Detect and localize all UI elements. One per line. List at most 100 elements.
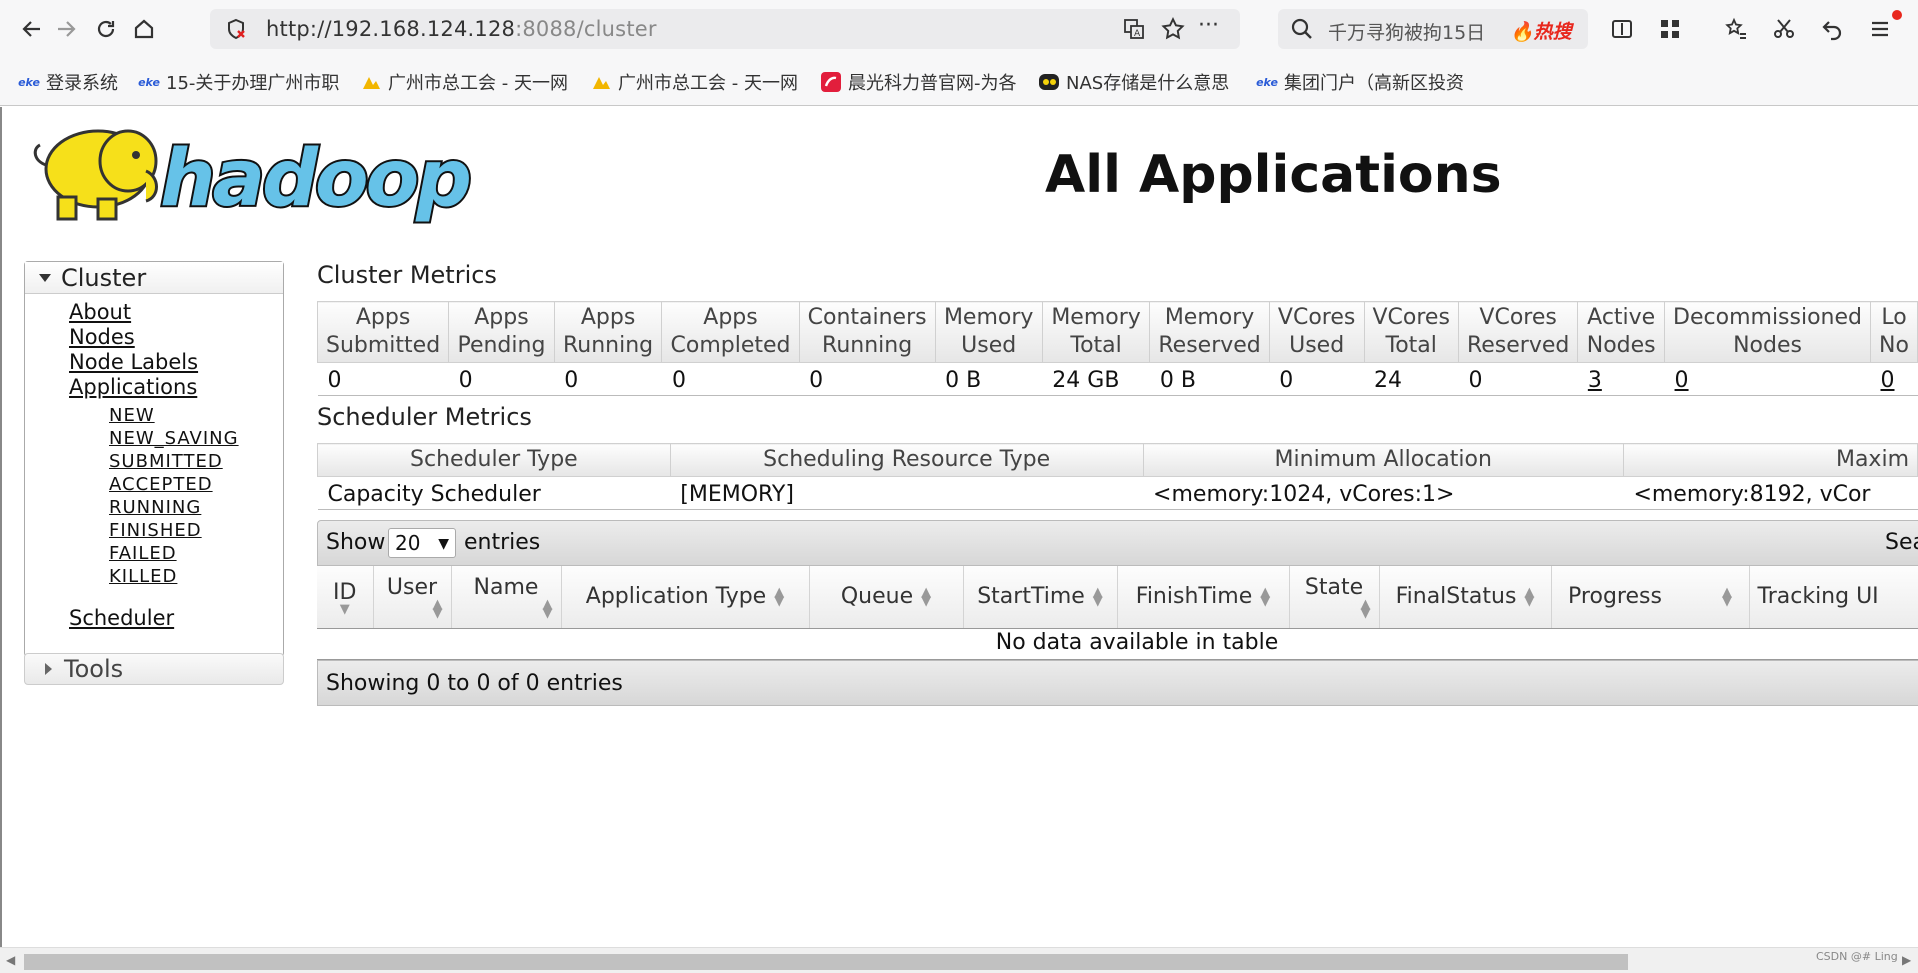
entries-per-page-select[interactable]: 20 ▼: [388, 528, 456, 558]
cluster-metric-link[interactable]: 0: [1675, 368, 1689, 393]
svg-text:A: A: [1134, 29, 1141, 39]
col-header-application-type[interactable]: Application Type ▲ ▼: [561, 566, 810, 629]
bookmark-label: NAS存储是什么意思: [1066, 73, 1230, 94]
col-header-finalstatus[interactable]: FinalStatus ▲ ▼: [1379, 566, 1552, 629]
col-label: Application Type: [585, 584, 767, 610]
header-line: Reserved: [1158, 333, 1261, 358]
header-line: Completed: [670, 333, 791, 358]
scroll-right-icon[interactable]: ▶: [1902, 953, 1911, 967]
url-text[interactable]: http://192.168.124.128:8088/cluster: [266, 17, 657, 41]
sort-both-icon: ▲ ▼: [1260, 585, 1271, 610]
sidebar-state-submitted[interactable]: SUBMITTED: [109, 451, 223, 472]
sidebar-state-new-saving[interactable]: NEW_SAVING: [109, 428, 239, 449]
nas-icon: [1038, 73, 1060, 91]
logo-wordmark: hadoop: [160, 134, 469, 224]
cluster-metric-header: Memory Used: [934, 301, 1043, 363]
sidebar-cluster-panel: Cluster About Nodes Node Labels Applicat…: [24, 261, 284, 657]
sidebar-state-failed[interactable]: FAILED: [109, 543, 177, 564]
entries-select-value: 20: [395, 531, 421, 555]
col-header-starttime[interactable]: StartTime ▲ ▼: [963, 566, 1118, 629]
cluster-metric-header: Active Nodes: [1577, 301, 1666, 363]
search-text[interactable]: 千万寻狗被拘15日: [1328, 18, 1485, 45]
bookmark-item[interactable]: eke 登录系统: [18, 69, 118, 95]
sched-value-resource-type: [MEMORY]: [670, 476, 1144, 510]
sched-col-min-allocation: Minimum Allocation: [1142, 443, 1624, 477]
col-header-tracking-ui[interactable]: Tracking UI: [1749, 566, 1918, 629]
scroll-left-icon[interactable]: ◀: [6, 953, 15, 967]
sidebar-link-applications[interactable]: Applications: [69, 375, 197, 399]
cluster-metric-link[interactable]: 0: [1881, 368, 1895, 393]
col-label: Name: [473, 575, 539, 601]
hadoop-logo[interactable]: hadoop: [28, 119, 476, 233]
bookmark-item[interactable]: 广州市总工会 - 天一网: [590, 69, 798, 95]
scissors-icon[interactable]: [1766, 11, 1802, 47]
cluster-metric-header: Containers Running: [798, 301, 936, 363]
cluster-metric-header: Apps Pending: [448, 301, 555, 363]
bookmark-item[interactable]: 晨光科力普官网-为各: [820, 69, 1017, 95]
translate-icon[interactable]: A: [1122, 17, 1146, 45]
bookmark-item[interactable]: 广州市总工会 - 天一网: [360, 69, 568, 95]
sort-desc-icon: ▼: [339, 601, 350, 617]
col-label: User: [386, 575, 438, 601]
page-content: hadoop All Applications Cluster About No…: [0, 107, 1918, 947]
back-icon[interactable]: [14, 11, 50, 47]
cluster-metric-header: VCores Reserved: [1457, 301, 1579, 363]
sidebar-state-new[interactable]: NEW: [109, 405, 155, 426]
browser-toolbar: http://192.168.124.128:8088/cluster A ··…: [0, 0, 1918, 58]
col-header-progress[interactable]: Progress ▲ ▼: [1551, 566, 1750, 629]
col-header-queue[interactable]: Queue ▲ ▼: [809, 566, 964, 629]
apps-grid-icon[interactable]: [1652, 11, 1688, 47]
hot-search-badge[interactable]: 🔥热搜: [1510, 17, 1572, 44]
sidebar-state-accepted[interactable]: ACCEPTED: [109, 474, 213, 495]
search-box[interactable]: 千万寻狗被拘15日 🔥热搜: [1278, 9, 1588, 49]
col-header-id[interactable]: ID ▼: [317, 566, 374, 629]
header-line: Submitted: [326, 333, 441, 358]
reading-icon[interactable]: [1604, 11, 1640, 47]
applications-table: ID ▼ User ▲ ▼ Name ▲ ▼ Application Type ▲ ▼ Que…: [317, 566, 1918, 629]
bookmark-star-icon[interactable]: [1160, 16, 1186, 46]
undo-icon[interactable]: [1814, 11, 1850, 47]
header-line: Apps: [580, 305, 636, 330]
forward-icon[interactable]: [48, 11, 84, 47]
bookmark-item[interactable]: eke 15-关于办理广州市职: [138, 69, 339, 95]
bookmark-label: 晨光科力普官网-为各: [848, 73, 1017, 94]
bookmark-item[interactable]: eke 集团门户（高新区投资: [1256, 69, 1464, 95]
sidebar-state-running[interactable]: RUNNING: [109, 497, 201, 518]
apps-table-footer: Showing 0 to 0 of 0 entries: [317, 660, 1918, 706]
insecure-shield-icon[interactable]: [224, 17, 248, 45]
col-label: Progress: [1568, 584, 1662, 610]
header-line: Decommissioned: [1673, 305, 1862, 330]
col-header-finishtime[interactable]: FinishTime ▲ ▼: [1117, 566, 1290, 629]
sidebar-link-about[interactable]: About: [69, 300, 131, 324]
horizontal-scrollbar[interactable]: ◀ ▶: [0, 947, 1918, 973]
reload-icon[interactable]: [88, 11, 124, 47]
bookmark-label: 登录系统: [46, 73, 118, 94]
sidebar-state-finished[interactable]: FINISHED: [109, 520, 202, 541]
bookmark-item[interactable]: NAS存储是什么意思: [1038, 69, 1229, 95]
sidebar-link-nodes[interactable]: Nodes: [69, 325, 135, 349]
header-line: Reserved: [1466, 333, 1570, 358]
header-line: Containers: [807, 305, 927, 330]
sched-col-max-allocation: Maxim: [1622, 443, 1918, 477]
cluster-metric-link[interactable]: 3: [1588, 368, 1602, 393]
scheduler-metrics-table: Scheduler Type Scheduling Resource Type …: [317, 443, 1918, 510]
sidebar-state-killed[interactable]: KILLED: [109, 566, 177, 587]
header-line: VCores: [1479, 305, 1557, 330]
scrollbar-thumb[interactable]: [24, 954, 1628, 970]
more-icon[interactable]: ···: [1198, 13, 1219, 38]
cluster-header[interactable]: Cluster: [25, 262, 283, 294]
favorites-icon[interactable]: [1718, 11, 1754, 47]
url-path: :8088/cluster: [515, 17, 657, 41]
bookmark-label: 15-关于办理广州市职: [166, 73, 340, 94]
sort-both-icon: ▲ ▼: [542, 597, 553, 622]
home-icon[interactable]: [126, 11, 162, 47]
sidebar-link-scheduler[interactable]: Scheduler: [69, 606, 174, 630]
sidebar-link-node-labels[interactable]: Node Labels: [69, 350, 198, 374]
col-header-state[interactable]: State ▲ ▼: [1289, 566, 1380, 629]
col-header-name[interactable]: Name ▲ ▼: [451, 566, 562, 629]
sidebar-tools-header[interactable]: Tools: [24, 653, 284, 685]
applications-panel: Show 20 ▼ entries Sea ID▼ User▲▼ Name▲▼ …: [317, 520, 1918, 720]
scheduler-metrics-title: Scheduler Metrics: [317, 403, 532, 431]
col-header-user[interactable]: User ▲ ▼: [373, 566, 452, 629]
address-bar[interactable]: http://192.168.124.128:8088/cluster A ··…: [210, 9, 1240, 49]
